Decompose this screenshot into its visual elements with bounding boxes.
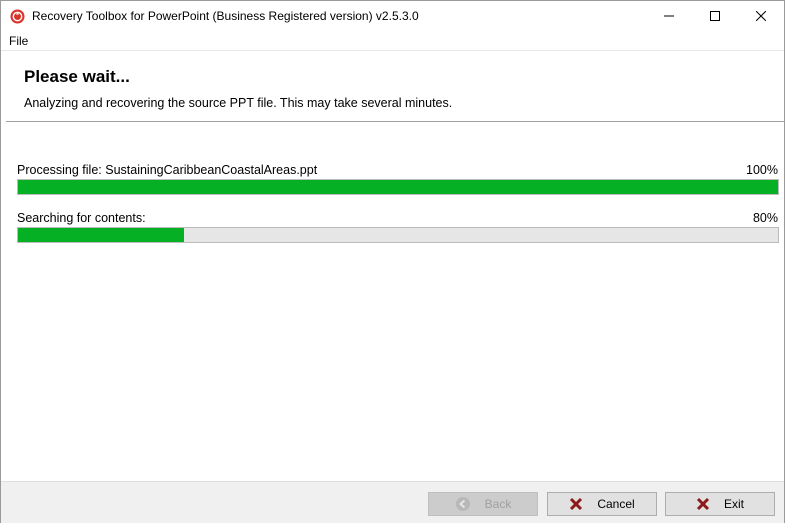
- minimize-icon: [664, 10, 674, 24]
- maximize-button[interactable]: [692, 1, 738, 32]
- menu-bar: File: [1, 32, 784, 50]
- searching-contents-label: Searching for contents:: [17, 211, 146, 225]
- exit-button[interactable]: Exit: [665, 492, 775, 516]
- back-button[interactable]: Back: [428, 492, 538, 516]
- back-button-label: Back: [484, 497, 512, 511]
- page-subtitle: Analyzing and recovering the source PPT …: [24, 96, 453, 110]
- maximize-icon: [710, 10, 720, 24]
- processing-file-progress-bar: [17, 179, 779, 195]
- title-bar[interactable]: Recovery Toolbox for PowerPoint (Busines…: [1, 1, 784, 32]
- cancel-button[interactable]: Cancel: [547, 492, 657, 516]
- wizard-footer: Back Cancel Exit: [1, 481, 784, 523]
- page-title: Please wait...: [24, 67, 130, 86]
- back-arrow-icon: [455, 496, 471, 512]
- close-button[interactable]: [738, 1, 784, 32]
- minimize-button[interactable]: [646, 1, 692, 32]
- processing-file-label: Processing file: SustainingCaribbeanCoas…: [17, 163, 318, 177]
- searching-contents-progress-fill: [18, 228, 184, 242]
- processing-file-percent: 100%: [746, 163, 778, 177]
- x-icon: [569, 497, 583, 511]
- processing-file-progress-fill: [18, 180, 778, 194]
- wizard-header: Please wait... Analyzing and recovering …: [1, 51, 784, 121]
- close-icon: [755, 10, 767, 24]
- exit-button-label: Exit: [723, 497, 744, 511]
- searching-contents-percent: 80%: [752, 211, 778, 225]
- x-icon: [696, 497, 710, 511]
- window-title: Recovery Toolbox for PowerPoint (Busines…: [32, 9, 419, 23]
- menu-file[interactable]: File: [9, 34, 28, 48]
- header-divider: [6, 121, 784, 122]
- cancel-button-label: Cancel: [597, 497, 635, 511]
- searching-contents-progress-bar: [17, 227, 779, 243]
- recovery-toolbox-icon: [10, 9, 25, 24]
- app-window: Recovery Toolbox for PowerPoint (Busines…: [0, 0, 785, 523]
